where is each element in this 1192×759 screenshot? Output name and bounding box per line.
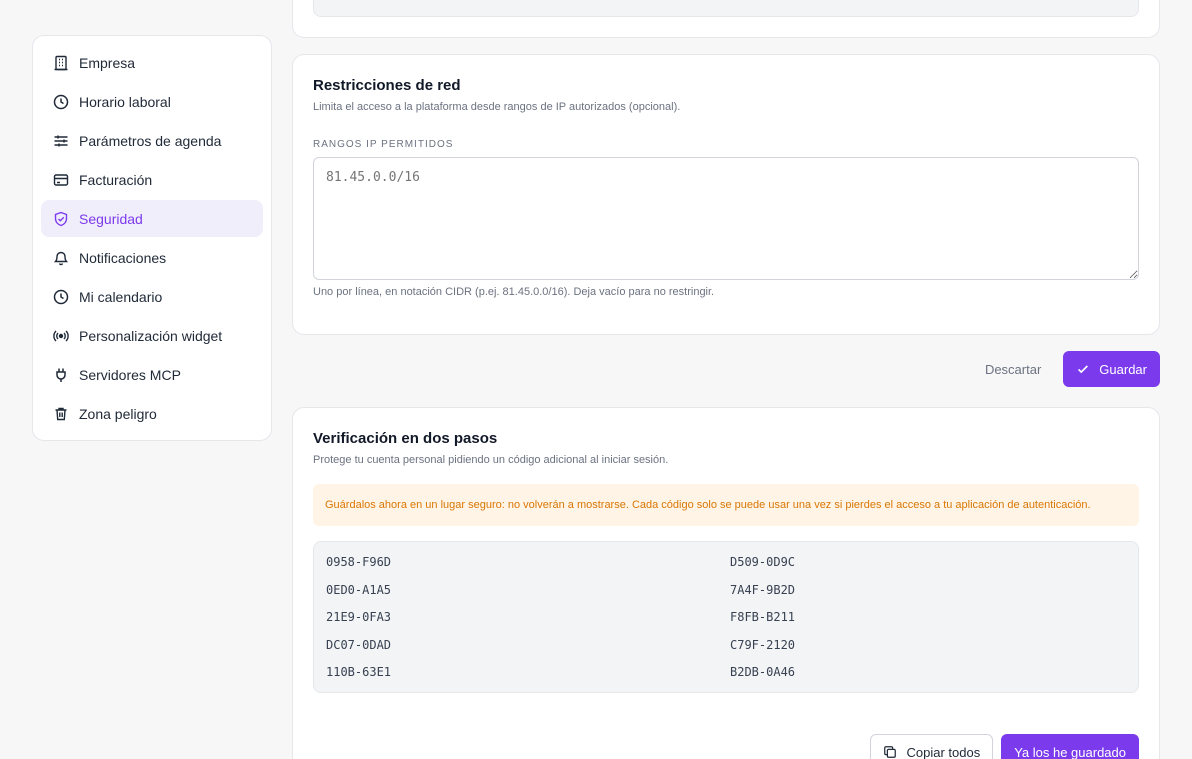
settings-sidebar: Empresa Horario laboral Parámetros de ag… xyxy=(32,35,272,441)
save-button-label: Guardar xyxy=(1099,361,1147,377)
network-restrictions-description: Limita el acceso a la plataforma desde r… xyxy=(313,101,681,113)
sidebar-item-servidores-mcp[interactable]: Servidores MCP xyxy=(41,356,263,393)
two-factor-title: Verificación en dos pasos xyxy=(313,430,498,447)
sidebar-item-empresa[interactable]: Empresa xyxy=(41,44,263,81)
two-factor-card: Verificación en dos pasos Protege tu cue… xyxy=(292,407,1160,759)
backup-codes-warning: Guárdalos ahora en un lugar seguro: no v… xyxy=(313,484,1139,526)
sidebar-item-label: Personalización widget xyxy=(79,327,223,344)
calendar-icon xyxy=(53,289,69,305)
two-factor-description: Protege tu cuenta personal pidiendo un c… xyxy=(313,454,669,466)
network-restrictions-card: Restricciones de red Limita el acceso a … xyxy=(292,54,1160,335)
shield-check-icon xyxy=(53,211,69,227)
discard-button[interactable]: Descartar xyxy=(985,362,1041,377)
sidebar-item-label: Empresa xyxy=(79,54,136,71)
previous-section-card xyxy=(292,0,1160,38)
backup-codes-actions: Copiar todos Ya los he guardado xyxy=(870,734,1139,759)
copy-icon xyxy=(884,746,897,758)
sidebar-item-mi-calendario[interactable]: Mi calendario xyxy=(41,278,263,315)
ip-ranges-label: Rangos IP permitidos xyxy=(313,139,454,150)
plug-icon xyxy=(53,367,69,383)
backup-code: 110B-63E1 xyxy=(326,665,392,679)
trash-icon xyxy=(53,406,69,422)
backup-code: C79F-2120 xyxy=(730,637,796,652)
backup-code: D509-0D9C xyxy=(730,555,796,569)
codes-saved-label: Ya los he guardado xyxy=(1014,744,1126,759)
backup-code: 0958-F96D xyxy=(326,555,392,569)
sidebar-item-label: Facturación xyxy=(79,171,153,188)
sidebar-item-personalizacion-widget[interactable]: Personalización widget xyxy=(41,317,263,354)
backup-codes-list: 0958-F96D D509-0D9C 0ED0-A1A5 7A4F-9B2D … xyxy=(313,541,1139,693)
network-restrictions-title: Restricciones de red xyxy=(313,77,461,94)
backup-code: 7A4F-9B2D xyxy=(730,582,796,597)
backup-code: 0ED0-A1A5 xyxy=(326,582,392,597)
credit-card-icon xyxy=(53,172,69,188)
save-button[interactable]: Guardar xyxy=(1063,351,1160,387)
clock-icon xyxy=(53,94,69,110)
backup-code: 21E9-0FA3 xyxy=(326,610,392,624)
sidebar-item-label: Seguridad xyxy=(79,210,143,227)
codes-saved-button[interactable]: Ya los he guardado xyxy=(1001,734,1139,759)
sidebar-item-label: Servidores MCP xyxy=(79,366,181,383)
sidebar-item-zona-peligro[interactable]: Zona peligro xyxy=(41,395,263,432)
building-icon xyxy=(53,55,69,71)
sidebar-item-notificaciones[interactable]: Notificaciones xyxy=(41,239,263,276)
backup-code: F8FB-B211 xyxy=(730,610,796,624)
sidebar-item-label: Mi calendario xyxy=(79,288,163,305)
broadcast-icon xyxy=(53,328,69,344)
sidebar-item-label: Horario laboral xyxy=(79,93,171,110)
sidebar-item-horario-laboral[interactable]: Horario laboral xyxy=(41,83,263,120)
sidebar-item-facturacion[interactable]: Facturación xyxy=(41,161,263,198)
backup-code: B2DB-0A46 xyxy=(730,665,796,679)
copy-all-label: Copiar todos xyxy=(906,744,981,759)
backup-code: DC07-0DAD xyxy=(326,637,392,652)
bell-icon xyxy=(53,250,69,266)
sidebar-item-label: Zona peligro xyxy=(79,405,157,422)
sidebar-item-label: Parámetros de agenda xyxy=(79,132,222,149)
sidebar-item-label: Notificaciones xyxy=(79,249,167,266)
ip-ranges-textarea[interactable] xyxy=(313,157,1139,280)
ip-ranges-hint: Uno por línea, en notación CIDR (p.ej. 8… xyxy=(313,286,715,298)
sidebar-item-seguridad[interactable]: Seguridad xyxy=(41,200,263,237)
sidebar-item-parametros-agenda[interactable]: Parámetros de agenda xyxy=(41,122,263,159)
sliders-icon xyxy=(53,133,69,149)
copy-all-button[interactable]: Copiar todos xyxy=(870,734,994,759)
form-actions: Descartar Guardar xyxy=(985,351,1160,387)
check-icon xyxy=(1078,365,1089,374)
previous-section-panel xyxy=(313,0,1139,17)
